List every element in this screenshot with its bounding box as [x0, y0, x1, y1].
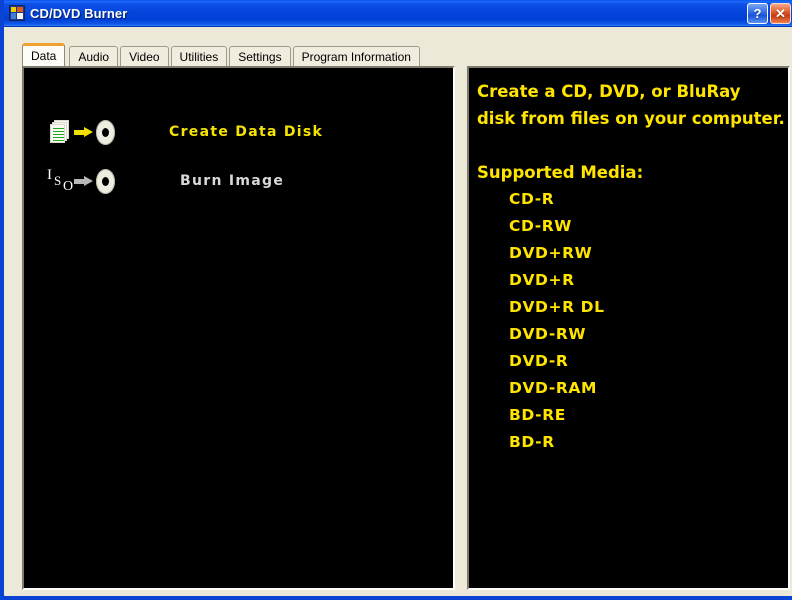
media-item: CD-R	[509, 190, 555, 208]
action-label-create-data-disk: Create Data Disk	[169, 124, 324, 140]
information-panel: Create a CD, DVD, or BluRay disk from fi…	[467, 66, 790, 590]
disc-icon	[96, 120, 115, 145]
disc-icon	[96, 169, 115, 194]
action-label-burn-image: Burn Image	[180, 173, 285, 189]
action-create-data-disk[interactable]: Create Data Disk	[44, 116, 323, 148]
close-button[interactable]: ✕	[770, 2, 791, 24]
iso-letter-o: O	[63, 179, 74, 194]
iso-to-disc-icon: I S O	[44, 165, 118, 197]
supported-media-heading: Supported Media:	[477, 163, 644, 182]
description-line-2: disk from files on your computer.	[477, 109, 785, 128]
action-panel: Create Data Disk I S O Burn Image	[22, 66, 455, 590]
iso-letter-s: S	[54, 173, 62, 188]
document-icon	[50, 120, 70, 144]
tab-video[interactable]: Video	[120, 46, 169, 66]
client-area: Data Audio Video Utilities Settings Prog…	[8, 27, 792, 596]
description-line-1: Create a CD, DVD, or BluRay	[477, 82, 741, 101]
supported-media-list: CD-R CD-RW DVD+RW DVD+R DVD+R DL DVD-RW …	[477, 186, 782, 456]
window-controls: ? ✕	[747, 2, 792, 24]
tab-data[interactable]: Data	[22, 43, 66, 66]
media-item: BD-R	[509, 433, 555, 451]
media-item: CD-RW	[509, 217, 572, 235]
media-item: DVD-RW	[509, 325, 587, 343]
yellow-arrow-icon	[74, 127, 94, 138]
tab-strip: Data Audio Video Utilities Settings Prog…	[22, 43, 422, 66]
panel-container: Create Data Disk I S O Burn Image Create…	[22, 66, 790, 590]
media-item: DVD-R	[509, 352, 569, 370]
tab-settings[interactable]: Settings	[229, 46, 291, 66]
document-to-disc-icon	[44, 116, 118, 148]
tab-program-information[interactable]: Program Information	[292, 46, 420, 66]
media-item: DVD+R	[509, 271, 575, 289]
media-item: DVD+R DL	[509, 298, 605, 316]
tab-utilities[interactable]: Utilities	[170, 46, 228, 66]
media-item: DVD+RW	[509, 244, 593, 262]
media-item: BD-RE	[509, 406, 566, 424]
media-item: DVD-RAM	[509, 379, 598, 397]
title-bar: CD/DVD Burner ? ✕	[4, 0, 792, 27]
application-window: CD/DVD Burner ? ✕ Data Audio Video Utili…	[0, 0, 792, 600]
grey-arrow-icon	[74, 176, 94, 187]
help-button[interactable]: ?	[747, 2, 768, 24]
tab-audio[interactable]: Audio	[69, 46, 119, 66]
main-window: CD/DVD Burner ? ✕ Data Audio Video Utili…	[0, 0, 792, 600]
app-squares-icon	[9, 5, 25, 21]
information-text: Create a CD, DVD, or BluRay disk from fi…	[477, 78, 785, 456]
iso-letter-i: I	[47, 167, 52, 183]
text-spacer	[477, 132, 782, 159]
action-burn-image[interactable]: I S O Burn Image	[44, 165, 284, 197]
window-title: CD/DVD Burner	[30, 5, 128, 21]
